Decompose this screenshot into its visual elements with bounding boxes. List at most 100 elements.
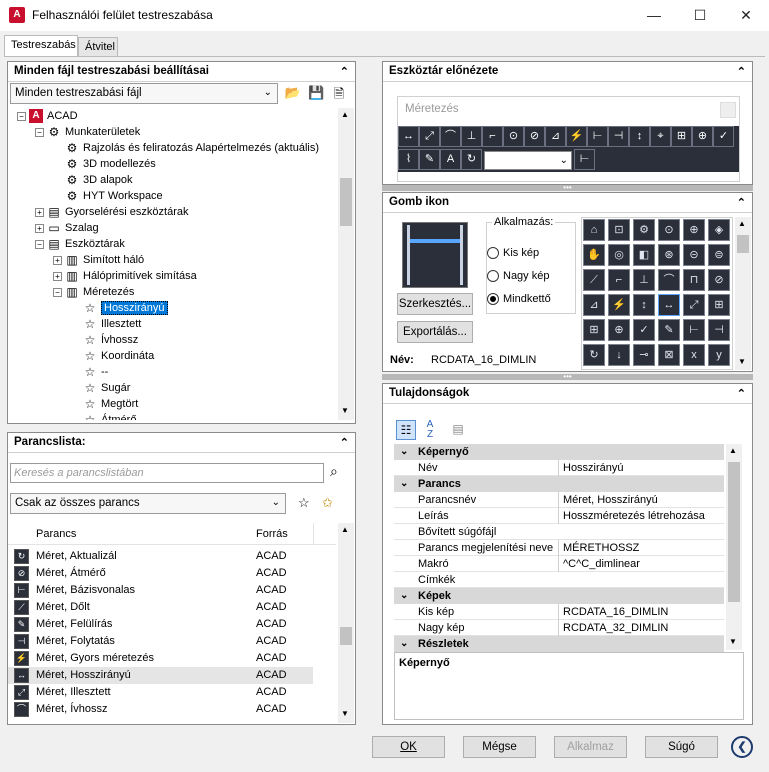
radio-small-image[interactable]: Kis kép	[487, 247, 539, 260]
toolbar-tool-icon[interactable]: ✓	[713, 126, 734, 147]
button-image-option-icon[interactable]: ✓	[633, 319, 655, 341]
toolbar-close-icon[interactable]	[720, 102, 736, 118]
button-image-option-icon[interactable]: ⊜	[708, 244, 730, 266]
tree-node[interactable]: ☆ Illesztett	[71, 316, 142, 332]
button-image-option-icon[interactable]: ⊞	[708, 294, 730, 316]
tree-scrollbar[interactable]: ▲ ▼	[338, 108, 354, 420]
command-row[interactable]: ⤢ Méret, Illesztett ACAD	[8, 684, 313, 701]
collapse-node-icon[interactable]: −	[35, 239, 44, 249]
command-row[interactable]: ⚡ Méret, Gyors méretezés ACAD	[8, 650, 313, 667]
tree-node[interactable]: + ▤ Gyorselérési eszköztárak	[35, 204, 189, 220]
tree-node[interactable]: − ▤ Eszköztárak	[35, 236, 125, 252]
collapse-chevron-icon[interactable]: ⌃	[737, 387, 746, 400]
expand-node-icon[interactable]: +	[53, 271, 62, 281]
button-image-option-icon[interactable]: ◎	[608, 244, 630, 266]
categorized-view-icon[interactable]: ☷	[396, 420, 416, 440]
tree-node[interactable]: − A ACAD	[17, 108, 78, 124]
button-image-option-icon[interactable]: ⊠	[658, 344, 680, 366]
scroll-thumb[interactable]	[340, 627, 352, 645]
collapse-node-icon[interactable]: −	[53, 287, 62, 297]
search-icon[interactable]: ⌕	[330, 463, 348, 483]
help-button[interactable]: Súgó	[645, 736, 718, 758]
toolbar-tool-icon[interactable]: ↔	[398, 126, 419, 147]
toolbar-tool-icon[interactable]: ⌖	[650, 126, 671, 147]
icon-grid-scrollbar[interactable]: ▲ ▼	[735, 217, 751, 370]
command-search-input[interactable]: Keresés a parancslistában	[10, 463, 324, 483]
tree-node[interactable]: + ▭ Szalag	[35, 220, 99, 236]
scroll-down-icon[interactable]: ▼	[341, 406, 349, 415]
toolbar-tool-icon[interactable]: ⊥	[461, 126, 482, 147]
button-image-option-icon[interactable]: y	[708, 344, 730, 366]
button-image-option-icon[interactable]: ⤢	[683, 294, 705, 316]
command-row[interactable]: ⊢ Méret, Bázisvonalas ACAD	[8, 582, 313, 599]
collapse-dialog-icon[interactable]: ❮	[731, 736, 753, 758]
tree-node[interactable]: ☆ --	[71, 364, 109, 380]
collapse-chevron-icon[interactable]: ⌃	[737, 196, 746, 209]
customizations-header[interactable]: Minden fájl testreszabási beállításai ⌃	[8, 62, 355, 82]
command-row[interactable]: ⌒ Méret, Ívhossz ACAD	[8, 701, 313, 718]
ok-button[interactable]: OK	[372, 736, 445, 758]
button-image-option-icon[interactable]: ⊢	[683, 319, 705, 341]
tree-node[interactable]: + ▥ Simított háló	[53, 252, 144, 268]
button-image-option-icon[interactable]: ✋	[583, 244, 605, 266]
tree-node[interactable]: ☆ Sugár	[71, 380, 131, 396]
cui-file-filter-select[interactable]: Minden testreszabási fájl ⌄	[10, 83, 278, 104]
toolbar-tool-icon[interactable]: A	[440, 149, 461, 170]
button-image-option-icon[interactable]: x	[683, 344, 705, 366]
toolbar-preview-header[interactable]: Eszköztár előnézete ⌃	[383, 62, 752, 82]
command-list-scrollbar[interactable]: ▲ ▼	[338, 523, 354, 723]
find-command-icon[interactable]: ☆	[298, 495, 310, 511]
tree-node[interactable]: ☆ Hosszirányú	[71, 300, 168, 316]
dim-style-tool-icon[interactable]: ⊢	[574, 149, 595, 170]
toolbar-tool-icon[interactable]: ⊿	[545, 126, 566, 147]
properties-header[interactable]: Tulajdonságok ⌃	[383, 384, 752, 404]
button-image-option-icon[interactable]: ⊿	[583, 294, 605, 316]
toolbar-tool-icon[interactable]: ⊙	[503, 126, 524, 147]
button-image-option-icon[interactable]: ⊘	[708, 269, 730, 291]
scroll-up-icon[interactable]: ▲	[341, 525, 349, 534]
panel-splitter[interactable]: •••	[382, 184, 753, 192]
button-image-option-icon[interactable]: ↕	[633, 294, 655, 316]
command-row[interactable]: ⊣ Méret, Folytatás ACAD	[8, 633, 313, 650]
save-icon[interactable]: 💾	[308, 85, 324, 101]
dim-style-dropdown[interactable]: ⌄	[484, 151, 572, 170]
toolbar-tool-icon[interactable]: ⚡	[566, 126, 587, 147]
tree-node[interactable]: ☆ Megtört	[71, 396, 139, 412]
property-grid-scrollbar[interactable]: ▲ ▼	[726, 444, 742, 650]
scroll-down-icon[interactable]: ▼	[341, 709, 349, 718]
alphabetical-view-icon[interactable]: AZ	[420, 420, 440, 440]
tree-node[interactable]: ⚙ HYT Workspace	[53, 188, 163, 204]
button-image-option-icon[interactable]: ⊕	[683, 219, 705, 241]
toolbar-tool-icon[interactable]: ⌇	[398, 149, 419, 170]
tree-node[interactable]: ⚙ 3D alapok	[53, 172, 133, 188]
command-row[interactable]: ⟋ Méret, Dőlt ACAD	[8, 599, 313, 616]
command-list[interactable]: ↻ Méret, Aktualizál ACAD ⊘ Méret, Átmérő ACAD…	[0, 548, 330, 723]
button-image-option-icon[interactable]: ⊝	[683, 244, 705, 266]
save-as-icon[interactable]: 🗎	[330, 85, 348, 101]
tree-node[interactable]: + ▥ Hálóprimitívek simítása	[53, 268, 197, 284]
tab-transfer[interactable]: Átvitel	[78, 37, 118, 57]
button-image-option-icon[interactable]: ⚙	[633, 219, 655, 241]
expand-node-icon[interactable]: +	[35, 207, 44, 217]
tree-node[interactable]: ☆ Koordináta	[71, 348, 155, 364]
button-image-option-icon[interactable]: ⊛	[658, 244, 680, 266]
minimize-icon[interactable]: —	[631, 0, 677, 31]
collapse-node-icon[interactable]: −	[35, 127, 44, 137]
open-file-icon[interactable]: 📂	[284, 85, 302, 101]
button-image-option-icon[interactable]: ⊥	[633, 269, 655, 291]
command-row[interactable]: ↔ Méret, Hosszirányú ACAD	[8, 667, 313, 684]
button-image-option-icon[interactable]: ⊸	[633, 344, 655, 366]
tree-node[interactable]: − ⚙ Munkaterületek	[35, 124, 140, 140]
button-image-option-icon[interactable]: ◧	[633, 244, 655, 266]
toolbar-tool-icon[interactable]: ⊣	[608, 126, 629, 147]
collapse-node-icon[interactable]: −	[17, 111, 26, 121]
toolbar-tool-icon[interactable]: ↻	[461, 149, 482, 170]
expand-node-icon[interactable]: +	[35, 223, 44, 233]
button-image-option-icon[interactable]: ◈	[708, 219, 730, 241]
tree-node[interactable]: − ▥ Méretezés	[53, 284, 134, 300]
scroll-thumb[interactable]	[728, 462, 740, 602]
radio-large-image[interactable]: Nagy kép	[487, 270, 549, 283]
button-image-header[interactable]: Gomb ikon ⌃	[383, 193, 752, 213]
tree-node[interactable]: ☆ Ívhossz	[71, 332, 139, 348]
button-image-option-icon[interactable]: ⌂	[583, 219, 605, 241]
